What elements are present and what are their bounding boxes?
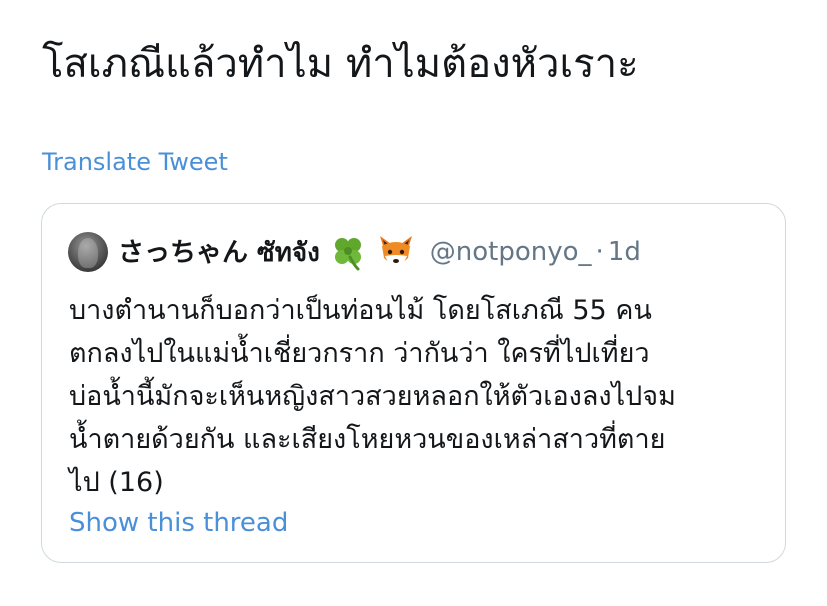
quoted-tweet-header: さっちゃん ซัทจัง @notponyo_ · 1d (68, 230, 641, 274)
show-thread-link[interactable]: Show this thread (69, 505, 288, 541)
display-name[interactable]: さっちゃん ซัทจัง (118, 232, 320, 273)
translate-tweet-link[interactable]: Translate Tweet (42, 146, 228, 178)
user-handle[interactable]: @notponyo_ (430, 237, 592, 267)
fox-face-icon (376, 232, 416, 272)
quoted-tweet-card[interactable]: さっちゃん ซัทจัง @notponyo_ · 1d บางตำนานก็บ… (41, 203, 786, 563)
tweet-text: โสเภณีแล้วทำไม ทำไมต้องหัวเราะ (42, 41, 639, 87)
tweet-timestamp[interactable]: 1d (608, 237, 641, 267)
quoted-tweet-line: น้ำตายด้วยกัน และเสียงโหยหวนของเหล่าสาวท… (69, 424, 666, 455)
quoted-tweet-line: ไป (16) (69, 467, 164, 498)
avatar[interactable] (68, 232, 108, 272)
quoted-tweet-line: บางตำนานก็บอกว่าเป็นท่อนไม้ โดยโสเภณี 55… (69, 295, 652, 326)
quoted-tweet-text: บางตำนานก็บอกว่าเป็นท่อนไม้ โดยโสเภณี 55… (69, 289, 769, 504)
separator-dot: · (595, 237, 604, 267)
quoted-tweet-line: ตกลงไปในแม่น้ำเชี่ยวกราก ว่ากันว่า ใครที… (69, 338, 650, 369)
quoted-tweet-line: บ่อน้ำนี้มักจะเห็นหญิงสาวสวยหลอกให้ตัวเอ… (69, 381, 676, 412)
four-leaf-clover-icon (328, 232, 368, 272)
